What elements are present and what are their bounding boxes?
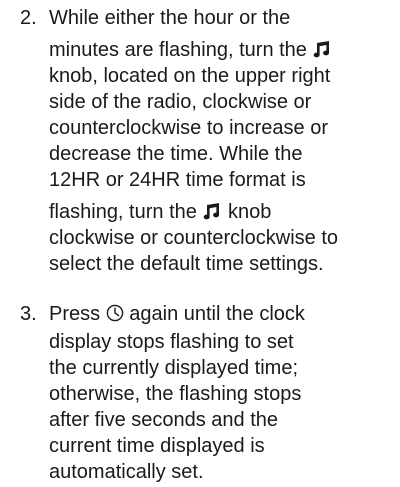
step-line: While either the hour or the xyxy=(49,7,291,29)
step-line: clockwise or counterclockwise to xyxy=(49,227,338,249)
step-line-text: flashing, turn the xyxy=(49,201,197,223)
step-line-text: Press xyxy=(49,303,101,325)
step-line-with-icon: Press again until the clock xyxy=(49,300,305,328)
manual-page: 2. While either the hour or the minutes … xyxy=(0,0,400,487)
clock-icon xyxy=(106,304,123,322)
step-line: display stops flashing to set xyxy=(49,331,294,353)
music-note-icon xyxy=(204,203,220,220)
step-line: the currently displayed time; xyxy=(49,357,299,379)
step-line: select the default time settings. xyxy=(49,253,324,275)
step-line: 12HR or 24HR time format is xyxy=(49,169,306,191)
step-line-text-after: knob xyxy=(228,201,272,223)
step-number: 3. xyxy=(20,303,37,325)
step-line-text: minutes are flashing, turn the xyxy=(49,39,307,61)
step-number: 2. xyxy=(20,7,37,29)
music-note-icon xyxy=(314,41,330,58)
step-line: counterclockwise to increase or xyxy=(49,117,329,139)
step-line: knob, located on the upper right xyxy=(49,65,331,87)
step-line: decrease the time. While the xyxy=(49,143,303,165)
step-line-with-icon: minutes are flashing, turn the xyxy=(49,36,332,64)
step-line: after five seconds and the xyxy=(49,409,279,431)
step-line: side of the radio, clockwise or xyxy=(49,91,312,113)
step-line: current time displayed is xyxy=(49,435,265,457)
step-line: otherwise, the flashing stops xyxy=(49,383,302,405)
step-line: automatically set. xyxy=(49,461,204,483)
step-line-text-after: again until the clock xyxy=(129,303,305,325)
step-line-with-icon: flashing, turn the knob xyxy=(49,198,271,226)
